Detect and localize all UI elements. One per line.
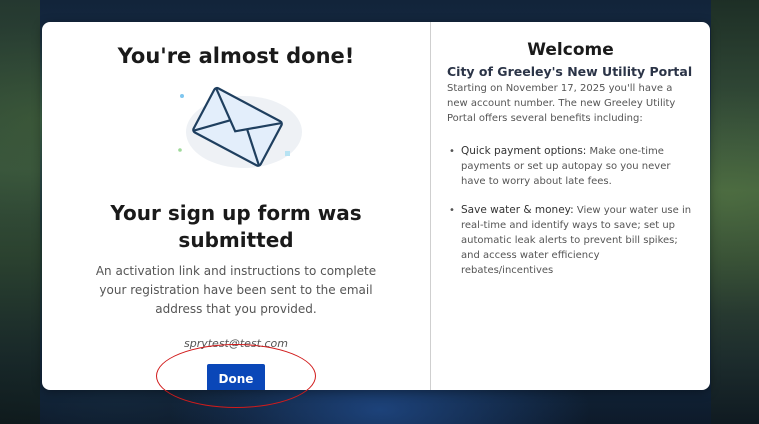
benefit-item-quick-payment: • Quick payment options: Make one-time p…: [447, 144, 694, 189]
benefit-heading: Quick payment options:: [461, 145, 587, 157]
activation-message: An activation link and instructions to c…: [95, 264, 377, 316]
done-button[interactable]: Done: [206, 364, 266, 390]
envelope-icon: [166, 82, 306, 174]
welcome-panel: Welcome City of Greeley's New Utility Po…: [431, 22, 710, 390]
signup-confirmation-card: You're almost done! Your sign up form wa…: [42, 22, 710, 390]
confirmation-panel: You're almost done! Your sign up form wa…: [42, 22, 430, 390]
background-trees-left: [0, 0, 40, 424]
bullet-icon: •: [449, 146, 455, 157]
almost-done-title: You're almost done!: [117, 44, 355, 68]
form-submitted-title: Your sign up form was submitted: [110, 201, 362, 252]
portal-subtitle: City of Greeley's New Utility Portal: [447, 64, 693, 79]
benefits-list: • Quick payment options: Make one-time p…: [447, 144, 694, 278]
submitted-email: sprytest@test.com: [184, 337, 288, 350]
welcome-title: Welcome: [527, 40, 614, 60]
bullet-icon: •: [449, 205, 455, 216]
benefit-item-save-water: • Save water & money: View your water us…: [447, 203, 694, 278]
benefit-heading: Save water & money:: [461, 204, 574, 216]
background-trees-right: [711, 0, 759, 424]
page-background: You're almost done! Your sign up form wa…: [0, 0, 759, 424]
portal-intro: Starting on November 17, 2025 you'll hav…: [447, 83, 676, 124]
